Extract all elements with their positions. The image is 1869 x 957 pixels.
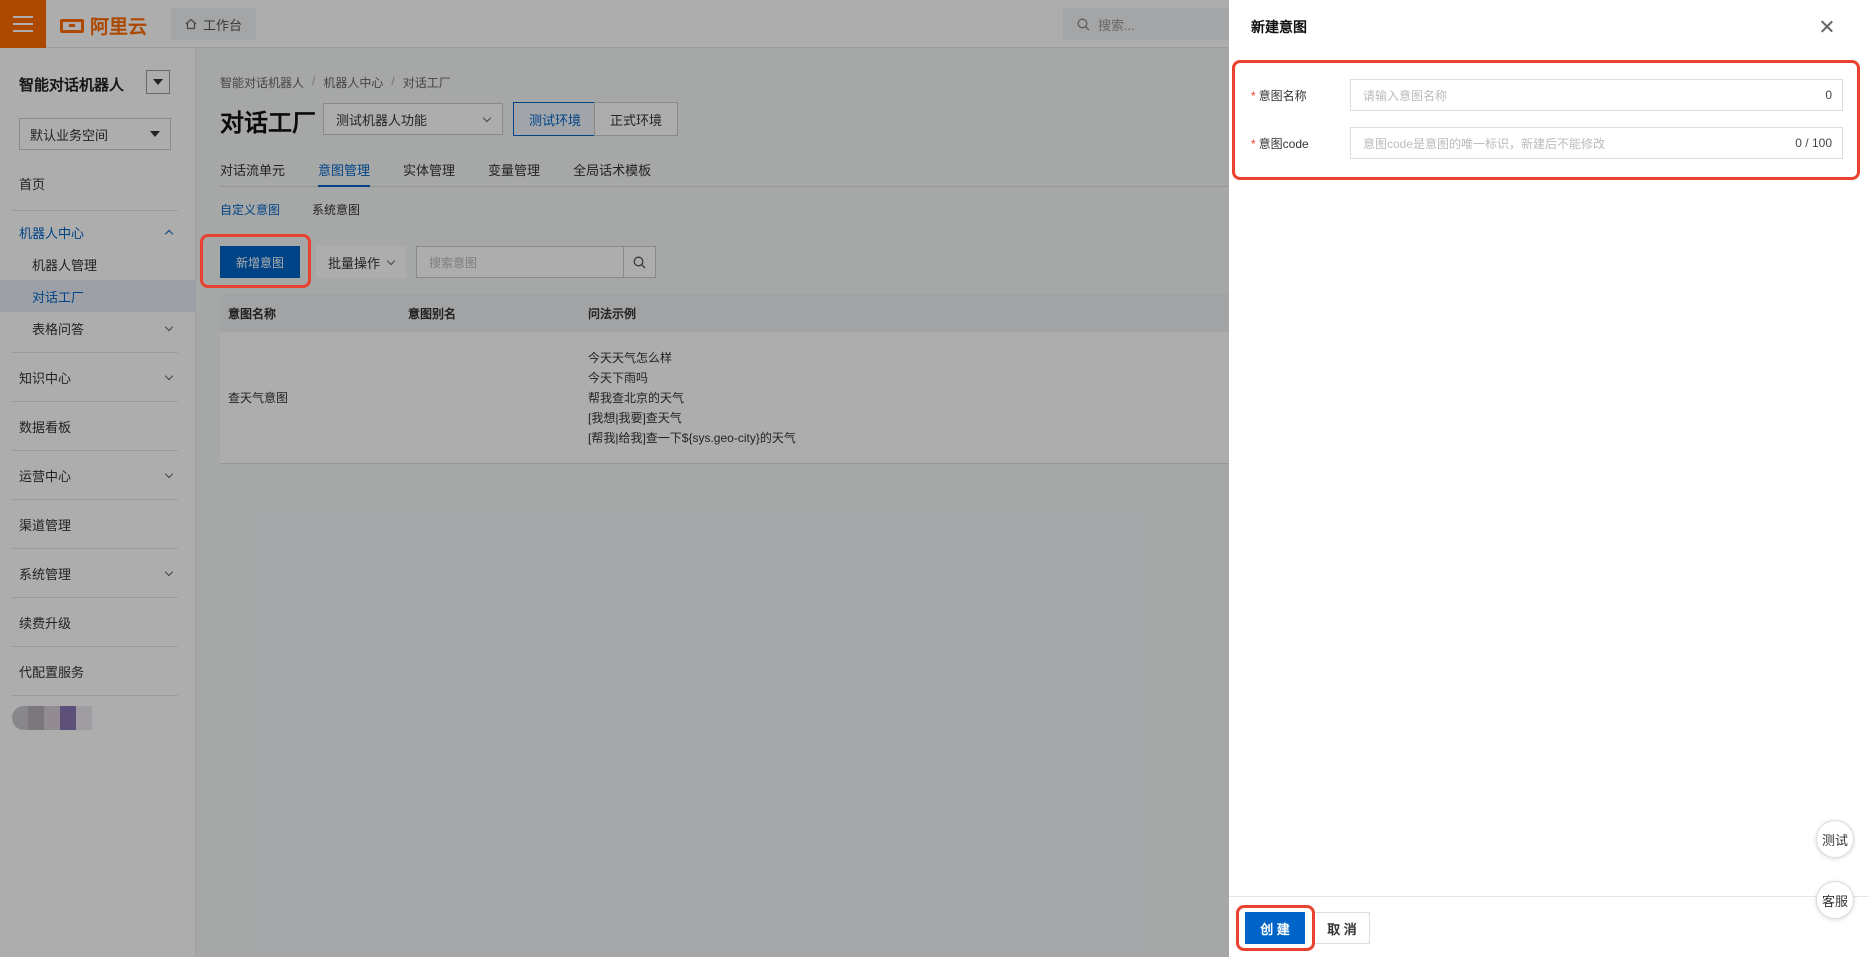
- highlight-frame: [1232, 60, 1860, 180]
- highlight-frame: [200, 234, 311, 288]
- close-icon[interactable]: [1816, 16, 1838, 38]
- drawer-footer-divider: [1229, 896, 1869, 897]
- highlight-frame: [1236, 905, 1315, 951]
- customer-service-float-button[interactable]: 客服: [1816, 881, 1854, 919]
- new-intent-drawer: 新建意图 * 意图名称 请输入意图名称 0 * 意图code 意图code是意图的唯…: [1229, 0, 1869, 957]
- cancel-button[interactable]: 取 消: [1314, 912, 1370, 944]
- test-float-button[interactable]: 测试: [1816, 820, 1854, 858]
- drawer-title: 新建意图: [1251, 19, 1307, 35]
